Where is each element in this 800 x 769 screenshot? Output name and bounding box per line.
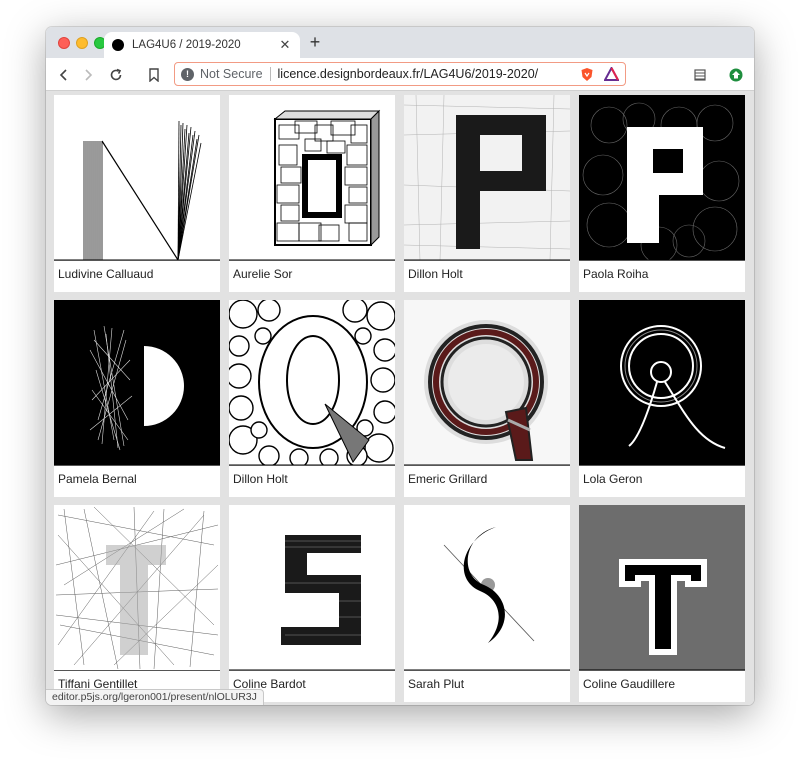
forward-icon (85, 69, 93, 81)
browser-window: LAG4U6 / 2019-2020 ✕ + ! Not Secure lice… (46, 27, 754, 705)
back-icon (59, 69, 67, 81)
letter-artwork (229, 300, 395, 466)
gallery-card[interactable]: Dillon Holt (229, 300, 395, 497)
letter-artwork (54, 300, 220, 466)
extension-icon[interactable] (690, 65, 710, 85)
gallery-grid: Ludivine Calluaud Aurelie Sor Dillon Hol… (46, 91, 754, 705)
author-name: Coline Gaudillere (583, 677, 676, 691)
favicon-icon (112, 39, 124, 51)
gallery-card[interactable]: Dillon Holt (404, 95, 570, 292)
letter-artwork (579, 300, 745, 466)
gallery-card[interactable]: Tiffani Gentillet (54, 505, 220, 702)
info-icon[interactable]: ! (181, 67, 194, 81)
gallery-card[interactable]: Pamela Bernal (54, 300, 220, 497)
back-button[interactable] (54, 65, 74, 85)
letter-artwork (404, 505, 570, 671)
gallery-card[interactable]: Ludivine Calluaud (54, 95, 220, 292)
divider (269, 67, 271, 81)
letter-artwork (229, 505, 395, 671)
letter-artwork (404, 95, 570, 261)
author-name: Dillon Holt (233, 472, 288, 486)
gallery-card[interactable]: Sarah Plut (404, 505, 570, 702)
author-name: Dillon Holt (408, 267, 463, 281)
bookmark-icon (149, 68, 159, 82)
author-name: Paola Roiha (583, 267, 649, 281)
gallery-card[interactable]: Paola Roiha (579, 95, 745, 292)
profile-icon[interactable] (726, 65, 746, 85)
tab-title: LAG4U6 / 2019-2020 (132, 39, 241, 51)
gallery-card[interactable]: Coline Gaudillere (579, 505, 745, 702)
author-name: Emeric Grillard (408, 472, 488, 486)
reload-button[interactable] (106, 65, 126, 85)
new-tab-button[interactable]: + (306, 33, 324, 51)
letter-artwork (229, 95, 395, 261)
gallery-card[interactable]: Emeric Grillard (404, 300, 570, 497)
security-label: Not Secure (200, 67, 263, 81)
gallery-card[interactable]: Aurelie Sor (229, 95, 395, 292)
author-name: Sarah Plut (408, 677, 465, 691)
letter-artwork (54, 95, 220, 261)
letter-artwork (54, 505, 220, 671)
toolbar: ! Not Secure licence.designbordeaux.fr/L… (46, 58, 754, 91)
brave-shields-icon[interactable] (580, 67, 594, 82)
gallery-card[interactable]: Coline Bardot (229, 505, 395, 702)
url-text[interactable]: licence.designbordeaux.fr/LAG4U6/2019-20… (278, 67, 574, 81)
author-name: Aurelie Sor (233, 267, 293, 281)
minimize-window-button[interactable] (76, 37, 88, 49)
link-status-bar: editor.p5js.org/lgeron001/present/nlOLUR… (46, 689, 264, 705)
address-bar[interactable]: ! Not Secure licence.designbordeaux.fr/L… (174, 62, 626, 86)
tab-active[interactable]: LAG4U6 / 2019-2020 ✕ (104, 32, 300, 58)
reload-icon (110, 68, 122, 81)
letter-artwork (404, 300, 570, 466)
letter-artwork (579, 95, 745, 261)
close-window-button[interactable] (58, 37, 70, 49)
close-icon[interactable]: ✕ (278, 37, 292, 53)
author-name: Lola Geron (583, 472, 643, 486)
brave-rewards-icon[interactable] (604, 67, 619, 81)
gallery-card[interactable]: Lola Geron (579, 300, 745, 497)
letter-artwork (579, 505, 745, 671)
forward-button[interactable] (78, 65, 98, 85)
author-name: Pamela Bernal (58, 472, 137, 486)
author-name: Ludivine Calluaud (58, 267, 154, 281)
bookmark-button[interactable] (144, 65, 164, 85)
tab-strip: LAG4U6 / 2019-2020 ✕ + (46, 27, 754, 58)
